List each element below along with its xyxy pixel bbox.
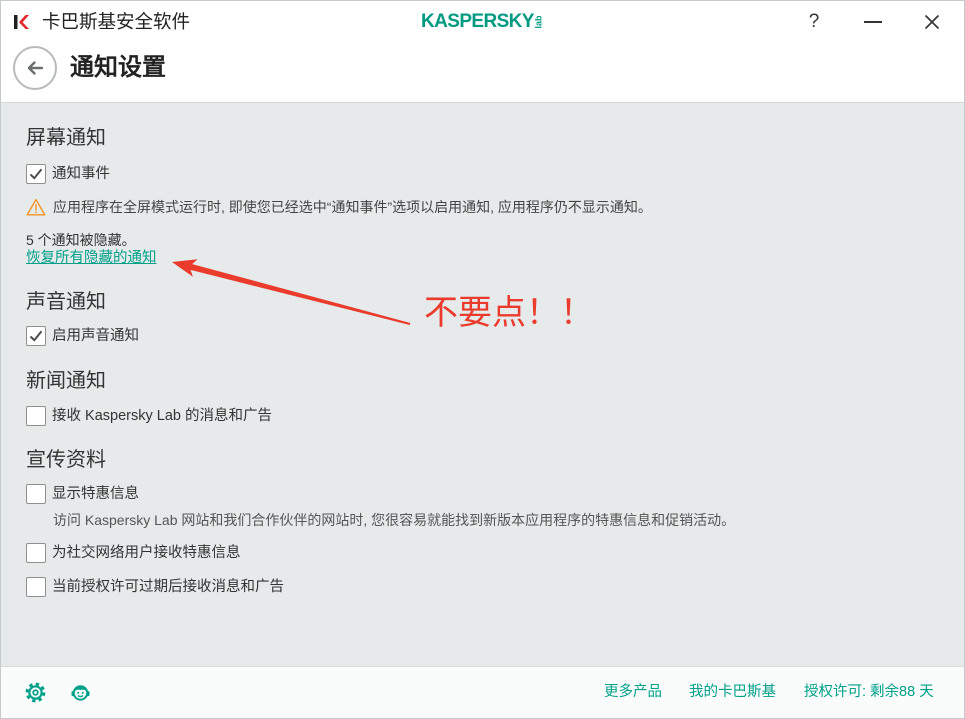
kaspersky-k-icon-graphic bbox=[14, 15, 29, 29]
gear-icon bbox=[25, 682, 46, 703]
arrow-left-icon bbox=[27, 61, 44, 75]
section-heading-sound: 声音通知 bbox=[26, 291, 106, 313]
my-kaspersky-link[interactable]: 我的卡巴斯基 bbox=[689, 683, 776, 701]
warning-text: 应用程序在全屏模式运行时, 即使您已经选中“通知事件”选项以启用通知, 应用程序… bbox=[53, 199, 652, 215]
help-button[interactable]: ? bbox=[805, 10, 823, 34]
page-header: 通知设置 bbox=[0, 45, 965, 103]
show-offers-label: 显示特惠信息 bbox=[52, 486, 139, 502]
license-link[interactable]: 授权许可: 剩余88 天 bbox=[804, 683, 934, 701]
hidden-count-text: 5 个通知被隐藏。 bbox=[26, 232, 136, 248]
after-expiry-option[interactable]: 当前授权许可过期后接收消息和广告 bbox=[26, 577, 284, 597]
social-offers-label: 为社交网络用户接收特惠信息 bbox=[52, 545, 241, 561]
footer-bar: 更多产品 我的卡巴斯基 授权许可: 剩余88 天 bbox=[0, 666, 965, 719]
notify-events-option[interactable]: 通知事件 bbox=[26, 164, 110, 184]
settings-button[interactable] bbox=[24, 681, 47, 704]
checkmark-icon bbox=[29, 330, 43, 342]
warning-icon bbox=[26, 198, 46, 216]
minimize-button[interactable] bbox=[860, 12, 886, 32]
receive-news-checkbox[interactable] bbox=[26, 406, 46, 426]
notify-events-checkbox[interactable] bbox=[26, 164, 46, 184]
checkmark-icon bbox=[29, 168, 43, 180]
kaspersky-window: 卡巴斯基安全软件 KASPERSKY lab ? 通知设置 屏幕通知 通知事件 … bbox=[0, 0, 965, 719]
page-title: 通知设置 bbox=[70, 54, 166, 81]
enable-sound-checkbox[interactable] bbox=[26, 326, 46, 346]
section-heading-promo: 宣传资料 bbox=[26, 449, 106, 471]
logo-lab: lab bbox=[533, 15, 544, 29]
after-expiry-label: 当前授权许可过期后接收消息和广告 bbox=[52, 579, 284, 595]
support-button[interactable] bbox=[69, 681, 92, 704]
kaspersky-logo: KASPERSKY lab bbox=[421, 9, 551, 35]
enable-sound-label: 启用声音通知 bbox=[52, 328, 139, 344]
notify-events-label: 通知事件 bbox=[52, 166, 110, 182]
kaspersky-k-icon bbox=[12, 13, 30, 31]
receive-news-option[interactable]: 接收 Kaspersky Lab 的消息和广告 bbox=[26, 406, 272, 426]
close-button[interactable] bbox=[920, 10, 944, 34]
social-offers-option[interactable]: 为社交网络用户接收特惠信息 bbox=[26, 543, 241, 563]
logo-wordmark: KASPERSKY bbox=[421, 11, 534, 32]
window-title: 卡巴斯基安全软件 bbox=[42, 11, 191, 32]
title-bar[interactable]: 卡巴斯基安全软件 KASPERSKY lab ? bbox=[0, 0, 965, 45]
back-button[interactable] bbox=[13, 46, 57, 90]
receive-news-label: 接收 Kaspersky Lab 的消息和广告 bbox=[52, 408, 272, 424]
fullscreen-warning: 应用程序在全屏模式运行时, 即使您已经选中“通知事件”选项以启用通知, 应用程序… bbox=[26, 197, 652, 217]
more-products-link[interactable]: 更多产品 bbox=[604, 683, 662, 701]
social-offers-checkbox[interactable] bbox=[26, 543, 46, 563]
section-heading-news: 新闻通知 bbox=[26, 370, 106, 392]
enable-sound-option[interactable]: 启用声音通知 bbox=[26, 326, 139, 346]
section-heading-screen: 屏幕通知 bbox=[26, 127, 106, 149]
restore-hidden-notifications-link[interactable]: 恢复所有隐藏的通知 bbox=[26, 249, 157, 267]
minimize-icon bbox=[864, 21, 882, 23]
show-offers-description: 访问 Kaspersky Lab 网站和我们合作伙伴的网站时, 您很容易就能找到… bbox=[53, 512, 736, 528]
show-offers-checkbox[interactable] bbox=[26, 484, 46, 504]
settings-content: 屏幕通知 通知事件 应用程序在全屏模式运行时, 即使您已经选中“通知事件”选项以… bbox=[0, 103, 965, 666]
after-expiry-checkbox[interactable] bbox=[26, 577, 46, 597]
close-icon bbox=[924, 14, 940, 30]
show-offers-option[interactable]: 显示特惠信息 bbox=[26, 484, 139, 504]
support-icon bbox=[71, 685, 90, 701]
